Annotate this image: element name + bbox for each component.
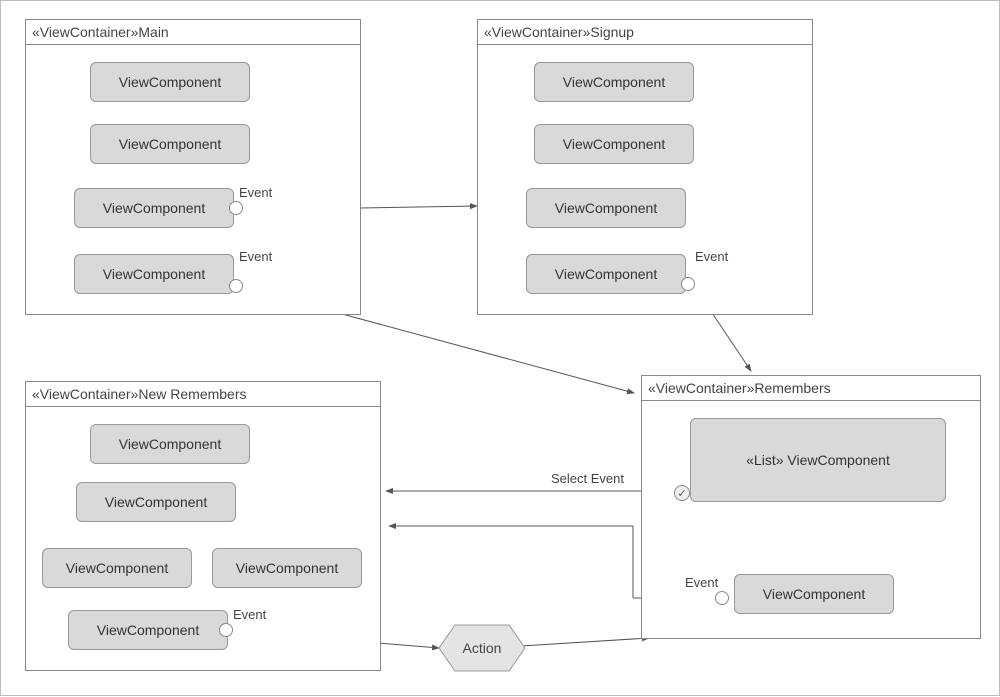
view-component: ViewComponent [68, 610, 228, 650]
component-label: ViewComponent [763, 586, 865, 602]
component-label: ViewComponent [103, 200, 205, 216]
component-label: ViewComponent [119, 136, 221, 152]
component-label: ViewComponent [555, 200, 657, 216]
view-component: ViewComponent [534, 62, 694, 102]
view-component: ViewComponent [76, 482, 236, 522]
view-component: ViewComponent [74, 188, 234, 228]
diagram-canvas: «ViewContainer»Main ViewComponent ViewCo… [0, 0, 1000, 696]
component-label: «List» ViewComponent [746, 452, 890, 468]
event-node [219, 623, 233, 637]
view-component: ViewComponent [534, 124, 694, 164]
component-label: ViewComponent [119, 436, 221, 452]
viewcontainer-signup: «ViewContainer»Signup ViewComponent View… [477, 19, 813, 315]
container-divider [26, 406, 380, 407]
component-label: ViewComponent [555, 266, 657, 282]
component-label: ViewComponent [105, 494, 207, 510]
view-component: ViewComponent [212, 548, 362, 588]
checkmark-icon: ✓ [677, 487, 686, 500]
viewcontainer-main: «ViewContainer»Main ViewComponent ViewCo… [25, 19, 361, 315]
event-label: Select Event [551, 471, 624, 486]
component-label: ViewComponent [563, 74, 665, 90]
component-label: ViewComponent [119, 74, 221, 90]
event-label: Event [695, 249, 728, 264]
view-component: ViewComponent [526, 188, 686, 228]
select-event-node: ✓ [674, 485, 690, 501]
action-node: Action [437, 623, 527, 673]
view-component: ViewComponent [90, 124, 250, 164]
event-node [715, 591, 729, 605]
event-node [229, 279, 243, 293]
component-label: ViewComponent [236, 560, 338, 576]
view-component: ViewComponent [526, 254, 686, 294]
viewcontainer-new-remembers: «ViewContainer»New Remembers ViewCompone… [25, 381, 381, 671]
action-label: Action [463, 640, 502, 656]
event-label: Event [239, 185, 272, 200]
container-title: «ViewContainer»Signup [484, 24, 634, 40]
event-label: Event [239, 249, 272, 264]
container-divider [642, 400, 980, 401]
viewcontainer-remembers: «ViewContainer»Remembers «List» ViewComp… [641, 375, 981, 639]
view-component: ViewComponent [734, 574, 894, 614]
list-view-component: «List» ViewComponent [690, 418, 946, 502]
container-title: «ViewContainer»Main [32, 24, 169, 40]
container-title: «ViewContainer»New Remembers [32, 386, 247, 402]
container-divider [478, 44, 812, 45]
view-component: ViewComponent [90, 424, 250, 464]
component-label: ViewComponent [103, 266, 205, 282]
view-component: ViewComponent [90, 62, 250, 102]
view-component: ViewComponent [74, 254, 234, 294]
event-label: Event [233, 607, 266, 622]
component-label: ViewComponent [97, 622, 199, 638]
component-label: ViewComponent [563, 136, 665, 152]
event-label: Event [685, 575, 718, 590]
event-node [229, 201, 243, 215]
container-divider [26, 44, 360, 45]
view-component: ViewComponent [42, 548, 192, 588]
component-label: ViewComponent [66, 560, 168, 576]
event-node [681, 277, 695, 291]
container-title: «ViewContainer»Remembers [648, 380, 831, 396]
